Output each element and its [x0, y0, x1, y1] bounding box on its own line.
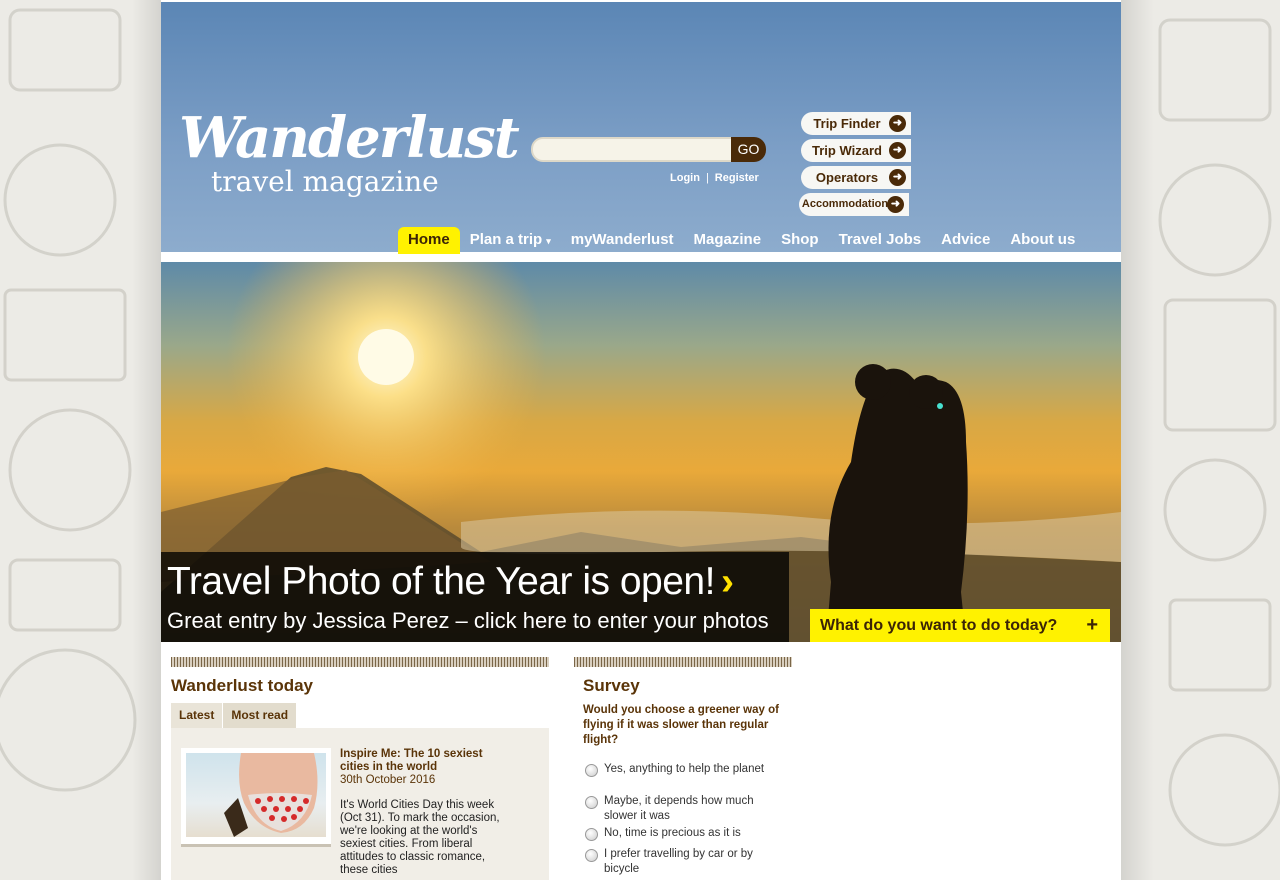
radio-button[interactable] [585, 764, 598, 777]
radio-button[interactable] [585, 796, 598, 809]
nav-home[interactable]: Home [398, 227, 460, 254]
operators-button[interactable]: Operators ➜ [801, 166, 911, 189]
survey-question: Would you choose a greener way of flying… [583, 704, 779, 746]
survey-option-label: I prefer travelling by car or by bicycle [604, 848, 753, 875]
nav-mywanderlust[interactable]: myWanderlust [561, 227, 684, 254]
nav-plan-a-trip[interactable]: Plan a trip ▾ [460, 227, 561, 254]
survey-option[interactable]: No, time is precious as it is [585, 826, 765, 841]
wanderlust-today-title: Wanderlust today [171, 676, 313, 695]
survey-option-label: No, time is precious as it is [604, 827, 741, 839]
arrow-right-icon: ➜ [889, 169, 906, 186]
arrow-right-icon: ➜ [889, 142, 906, 159]
survey-option[interactable]: Maybe, it depends how much slower it was [585, 794, 765, 824]
survey-title: Survey [583, 676, 640, 695]
logo-wordmark: Wanderlust [179, 105, 520, 171]
login-link[interactable]: Login [670, 172, 700, 184]
survey-option-label: Maybe, it depends how much slower it was [604, 795, 754, 822]
photo-competition-banner[interactable]: Travel Photo of the Year is open! › Great… [161, 552, 789, 642]
article-photo [186, 753, 326, 837]
nav-shop[interactable]: Shop [771, 227, 829, 254]
what-to-do-label: What do you want to do today? [820, 617, 1058, 634]
arrow-right-icon: ➜ [887, 196, 904, 213]
register-link[interactable]: Register [715, 172, 759, 184]
search-go-button[interactable]: GO [731, 137, 766, 162]
section-divider [171, 657, 549, 667]
hero-subtitle: Great entry by Jessica Perez – click her… [167, 608, 769, 633]
nav-magazine[interactable]: Magazine [684, 227, 772, 254]
radio-button[interactable] [585, 849, 598, 862]
trip-finder-button[interactable]: Trip Finder ➜ [801, 112, 911, 135]
section-divider [574, 657, 792, 667]
accommodation-button[interactable]: Accommodation ➜ [799, 193, 909, 216]
survey-option-label: Yes, anything to help the planet [604, 763, 765, 775]
article-excerpt: It's World Cities Day this week (Oct 31)… [340, 799, 500, 876]
tab-latest[interactable]: Latest [171, 703, 223, 728]
beach-photo [224, 753, 318, 837]
nav-advice[interactable]: Advice [931, 227, 1000, 254]
today-panel: Inspire Me: The 10 sexiest cities in the… [171, 728, 549, 880]
search-bar: GO [531, 137, 767, 162]
logo-tagline: travel magazine [211, 165, 439, 198]
radio-button[interactable] [585, 828, 598, 841]
search-input[interactable] [531, 137, 743, 162]
article-thumbnail[interactable] [181, 748, 331, 847]
main-nav: Home Plan a trip ▾ myWanderlust Magazine … [398, 227, 1085, 254]
today-tabs: Latest Most read [171, 703, 297, 728]
tab-most-read[interactable]: Most read [223, 703, 297, 728]
site-logo[interactable]: Wanderlust travel magazine [179, 110, 520, 210]
hero-title: Travel Photo of the Year is open! › [167, 560, 734, 604]
article-date: 30th October 2016 [340, 774, 436, 786]
chevron-down-icon: ▾ [546, 236, 551, 246]
arrow-right-icon: ➜ [889, 115, 906, 132]
hero-banner[interactable]: Travel Photo of the Year is open! › Great… [161, 262, 1121, 642]
survey-option[interactable]: Yes, anything to help the planet [585, 762, 765, 777]
chevron-right-icon: › [720, 560, 734, 603]
page-shadow-right [1121, 0, 1154, 880]
site-header: Wanderlust travel magazine GO Login | Regi… [161, 2, 1121, 254]
survey-option[interactable]: I prefer travelling by car or by bicycle [585, 847, 765, 877]
auth-links: Login | Register [670, 172, 759, 184]
operators-label: Operators [815, 170, 879, 185]
page-shadow-left [132, 0, 161, 880]
accommodation-label: Accommodation [801, 198, 889, 210]
trip-finder-label: Trip Finder [813, 116, 881, 131]
trip-wizard-label: Trip Wizard [812, 143, 882, 158]
auth-separator: | [705, 172, 709, 184]
trip-wizard-button[interactable]: Trip Wizard ➜ [801, 139, 911, 162]
plus-icon: + [1086, 614, 1098, 636]
hero-title-text: Travel Photo of the Year is open! [167, 560, 715, 603]
nav-travel-jobs[interactable]: Travel Jobs [829, 227, 932, 254]
page: Wanderlust travel magazine GO Login | Regi… [161, 0, 1121, 880]
what-to-do-button[interactable]: What do you want to do today? + [810, 609, 1110, 642]
nav-plan-a-trip-label: Plan a trip [469, 231, 543, 248]
nav-about-us[interactable]: About us [1000, 227, 1085, 254]
article-title-link[interactable]: Inspire Me: The 10 sexiest cities in the… [340, 748, 500, 774]
